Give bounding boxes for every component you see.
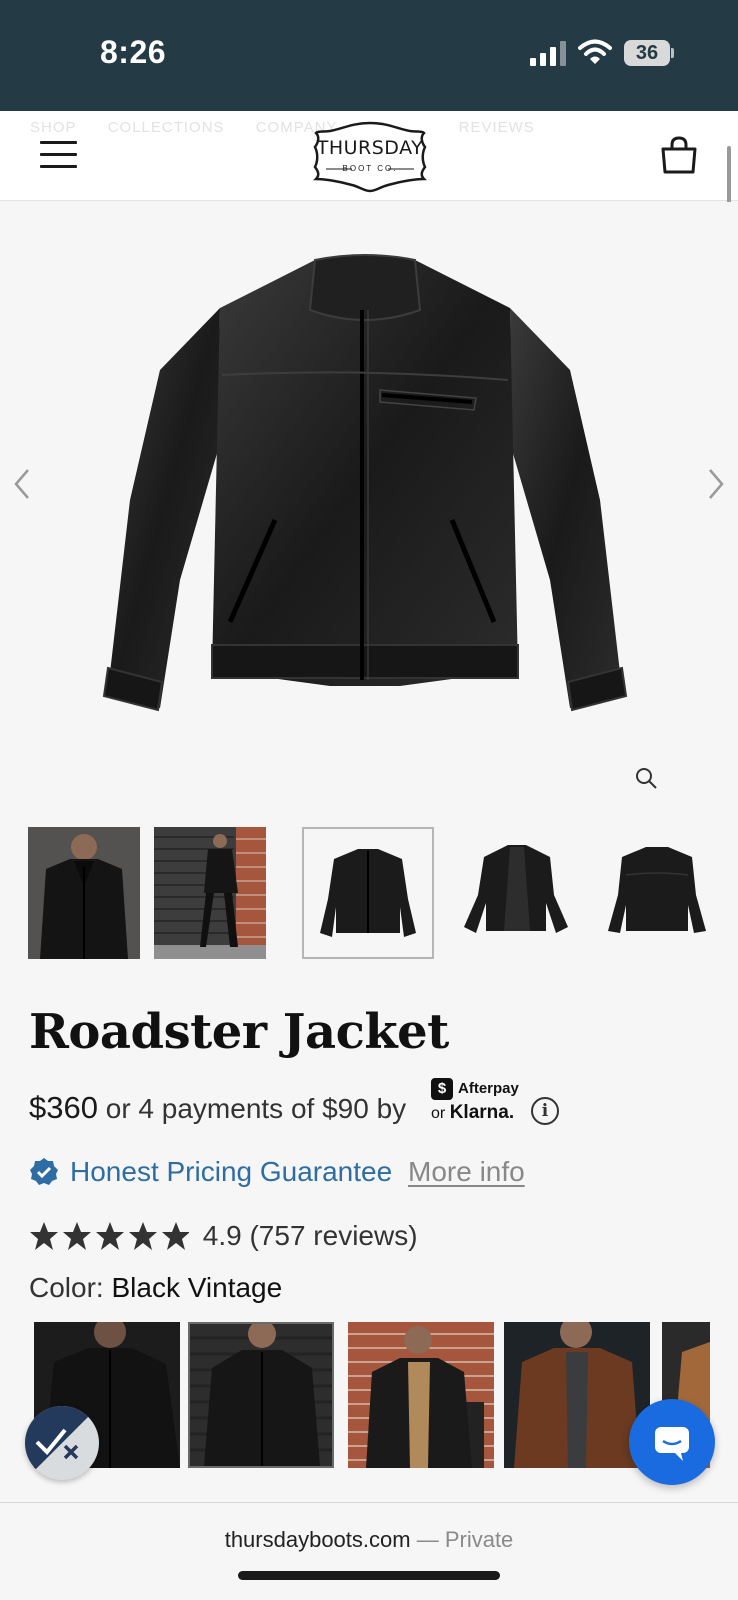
logo-subtext: BOOT CO. xyxy=(342,164,398,173)
payment-options[interactable]: $ Afterpay or Klarna. xyxy=(431,1078,531,1126)
address-bar[interactable]: thursdayboots.com — Private xyxy=(0,1527,738,1553)
afterpay-icon: $ xyxy=(431,1078,453,1100)
shopping-bag-icon[interactable] xyxy=(660,135,698,175)
menu-icon[interactable] xyxy=(40,139,77,171)
afterpay-label: Afterpay xyxy=(458,1079,519,1097)
thumbnail-jacket-open[interactable] xyxy=(450,827,582,959)
guarantee-label: Honest Pricing Guarantee xyxy=(70,1156,393,1187)
brand-logo[interactable]: THURSDAY BOOT CO. xyxy=(312,119,428,193)
color-value: Black Vintage xyxy=(111,1272,283,1303)
private-label: — Private xyxy=(416,1527,514,1552)
installments-text: or 4 payments of $90 by xyxy=(105,1093,407,1124)
site-header: SHOP COLLECTIONS COMPANY REVIEWS THURSDA… xyxy=(0,111,738,201)
klarna-prefix: or xyxy=(431,1105,446,1122)
afterpay-logo: $ Afterpay xyxy=(431,1078,519,1100)
swatch-black-tan-shirt[interactable] xyxy=(348,1322,494,1468)
price-line: $360 or 4 payments of $90 by xyxy=(29,1090,406,1126)
star-icon xyxy=(96,1221,124,1250)
color-swatches xyxy=(0,1320,738,1470)
url-text: thursdayboots.com xyxy=(224,1527,411,1552)
jacket-image xyxy=(102,254,628,712)
chevron-left-icon[interactable] xyxy=(10,464,34,504)
thumbnail-model-street[interactable] xyxy=(154,827,266,959)
logo-text: THURSDAY xyxy=(316,137,424,159)
klarna-label: Klarna. xyxy=(449,1102,515,1123)
swatch-black[interactable] xyxy=(188,1322,334,1468)
browser-bottom-bar: thursdayboots.com — Private xyxy=(0,1502,738,1600)
battery-icon: 36 xyxy=(624,40,674,66)
home-indicator[interactable] xyxy=(238,1571,500,1580)
rating-stars xyxy=(30,1221,189,1250)
star-icon xyxy=(162,1221,189,1250)
accessibility-badge[interactable] xyxy=(25,1406,99,1480)
ghost-nav-item: COLLECTIONS xyxy=(107,119,225,136)
ghost-nav: SHOP COLLECTIONS COMPANY REVIEWS xyxy=(30,119,561,136)
chat-button[interactable] xyxy=(629,1399,715,1485)
product-rating[interactable]: 4.9 (757 reviews) xyxy=(29,1218,418,1252)
star-icon xyxy=(63,1221,91,1250)
color-label: Color: xyxy=(29,1272,104,1303)
ghost-nav-item: REVIEWS xyxy=(458,119,535,136)
chevron-right-icon[interactable] xyxy=(704,464,728,504)
more-info-link[interactable]: More info xyxy=(408,1156,525,1188)
thumbnail-strip xyxy=(0,827,738,961)
info-icon[interactable]: i xyxy=(531,1097,559,1125)
product-image-main[interactable] xyxy=(0,202,738,800)
product-title: Roadster Jacket xyxy=(29,1004,449,1060)
klarna-logo: or Klarna. xyxy=(431,1102,514,1124)
battery-level: 36 xyxy=(624,40,670,66)
color-selection: Color: Black Vintage xyxy=(29,1272,282,1304)
star-icon xyxy=(129,1221,157,1250)
thumbnail-jacket-back[interactable] xyxy=(598,827,710,959)
rating-text: 4.9 (757 reviews) xyxy=(202,1219,418,1251)
thumbnail-jacket-front[interactable] xyxy=(302,827,434,959)
zoom-icon[interactable] xyxy=(634,766,658,790)
verified-check-icon xyxy=(30,1158,58,1185)
status-time: 8:26 xyxy=(100,34,167,70)
signal-icon xyxy=(530,40,568,66)
product-price: $360 xyxy=(29,1090,98,1125)
thumbnail-model-front[interactable] xyxy=(28,827,140,959)
ghost-nav-item: SHOP xyxy=(30,119,77,136)
wifi-icon xyxy=(578,39,612,64)
status-bar: 8:26 36 xyxy=(0,0,738,111)
